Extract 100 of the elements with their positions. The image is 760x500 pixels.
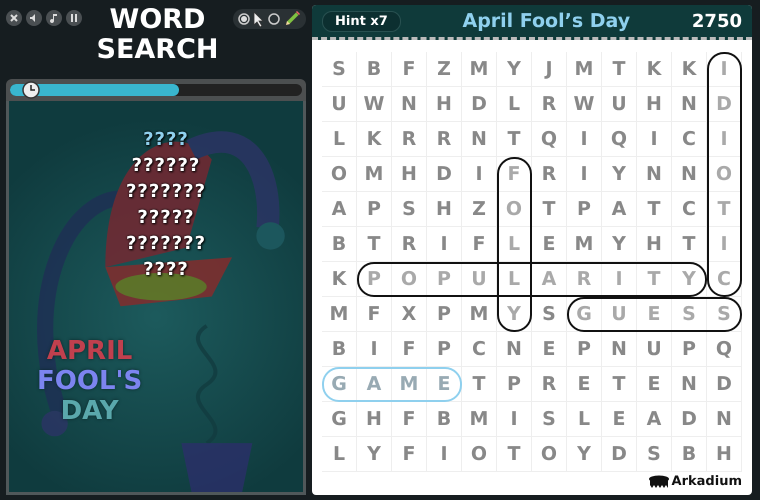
letter-cell[interactable]: S [637, 437, 672, 472]
letter-cell[interactable]: L [497, 227, 532, 262]
letter-cell[interactable]: A [602, 192, 637, 227]
letter-cell[interactable]: X [392, 297, 427, 332]
letter-cell[interactable]: M [392, 367, 427, 402]
letter-cell[interactable]: N [672, 367, 707, 402]
letter-cell[interactable]: D [462, 87, 497, 122]
letter-cell[interactable]: M [462, 297, 497, 332]
letter-cell[interactable]: T [707, 192, 742, 227]
letter-cell[interactable]: N [707, 402, 742, 437]
letter-cell[interactable]: N [497, 332, 532, 367]
letter-cell[interactable]: L [322, 437, 357, 472]
letter-cell[interactable]: D [707, 367, 742, 402]
letter-cell[interactable]: W [357, 87, 392, 122]
letter-cell[interactable]: I [567, 122, 602, 157]
letter-cell[interactable]: N [462, 122, 497, 157]
letter-cell[interactable]: L [497, 262, 532, 297]
letter-cell[interactable]: M [322, 297, 357, 332]
close-button[interactable] [6, 10, 22, 26]
letter-cell[interactable]: I [497, 402, 532, 437]
letter-cell[interactable]: Z [462, 192, 497, 227]
letter-cell[interactable]: O [462, 437, 497, 472]
letter-cell[interactable]: N [637, 157, 672, 192]
letter-cell[interactable]: R [427, 122, 462, 157]
letter-cell[interactable]: I [602, 262, 637, 297]
letter-cell[interactable]: K [357, 122, 392, 157]
letter-cell[interactable]: M [567, 227, 602, 262]
letter-cell[interactable]: M [357, 157, 392, 192]
letter-cell[interactable]: Y [497, 52, 532, 87]
letter-cell[interactable]: P [427, 262, 462, 297]
letter-cell[interactable]: H [427, 87, 462, 122]
letter-cell[interactable]: L [567, 402, 602, 437]
letter-cell[interactable]: E [567, 367, 602, 402]
letter-cell[interactable]: B [357, 52, 392, 87]
letter-cell[interactable]: E [532, 227, 567, 262]
letter-cell[interactable]: Y [672, 262, 707, 297]
letter-cell[interactable]: B [322, 332, 357, 367]
letter-cell[interactable]: U [602, 87, 637, 122]
letter-cell[interactable]: A [357, 367, 392, 402]
letter-cell[interactable]: P [427, 332, 462, 367]
letter-cell[interactable]: T [357, 227, 392, 262]
letter-cell[interactable]: O [392, 262, 427, 297]
letter-cell[interactable]: P [357, 192, 392, 227]
letter-cell[interactable]: I [357, 332, 392, 367]
letter-cell[interactable]: I [427, 437, 462, 472]
letter-cell[interactable]: S [322, 52, 357, 87]
pause-button[interactable] [66, 10, 82, 26]
letter-cell[interactable]: P [357, 262, 392, 297]
letter-cell[interactable]: R [532, 157, 567, 192]
letter-cell[interactable]: K [322, 262, 357, 297]
mode-toggle[interactable] [233, 9, 306, 29]
letter-cell[interactable]: K [672, 52, 707, 87]
letter-cell[interactable]: H [427, 192, 462, 227]
letter-cell[interactable]: B [322, 227, 357, 262]
sound-button[interactable] [26, 10, 42, 26]
letter-cell[interactable]: F [392, 52, 427, 87]
letter-cell[interactable]: T [532, 192, 567, 227]
letter-cell[interactable]: S [707, 297, 742, 332]
letter-cell[interactable]: P [672, 332, 707, 367]
letter-cell[interactable]: N [672, 87, 707, 122]
letter-cell[interactable]: R [392, 122, 427, 157]
letter-cell[interactable]: P [427, 297, 462, 332]
letter-cell[interactable]: G [322, 402, 357, 437]
letter-cell[interactable]: F [357, 297, 392, 332]
letter-cell[interactable]: F [392, 332, 427, 367]
letter-cell[interactable]: S [392, 192, 427, 227]
letter-cell[interactable]: T [602, 367, 637, 402]
letter-cell[interactable]: U [322, 87, 357, 122]
letter-cell[interactable]: O [707, 157, 742, 192]
letter-cell[interactable]: E [602, 402, 637, 437]
letter-cell[interactable]: N [392, 87, 427, 122]
letter-cell[interactable]: F [462, 227, 497, 262]
letter-cell[interactable]: T [497, 122, 532, 157]
letter-cell[interactable]: Z [427, 52, 462, 87]
letter-cell[interactable]: C [672, 192, 707, 227]
letter-cell[interactable]: U [462, 262, 497, 297]
letter-cell[interactable]: R [532, 87, 567, 122]
letter-cell[interactable]: T [602, 52, 637, 87]
letter-cell[interactable]: A [322, 192, 357, 227]
letter-cell[interactable]: M [462, 402, 497, 437]
hint-button[interactable]: Hint x7 [322, 10, 401, 32]
letter-cell[interactable]: H [637, 87, 672, 122]
letter-cell[interactable]: E [637, 367, 672, 402]
letter-cell[interactable]: Y [497, 297, 532, 332]
letter-cell[interactable]: Q [532, 122, 567, 157]
letter-cell[interactable]: I [707, 122, 742, 157]
letter-cell[interactable]: I [707, 227, 742, 262]
letter-cell[interactable]: L [497, 87, 532, 122]
letter-cell[interactable]: I [707, 52, 742, 87]
letter-cell[interactable]: P [497, 367, 532, 402]
letter-cell[interactable]: H [392, 157, 427, 192]
letter-cell[interactable]: T [637, 262, 672, 297]
letter-cell[interactable]: F [497, 157, 532, 192]
letter-cell[interactable]: O [322, 157, 357, 192]
letter-cell[interactable]: E [427, 367, 462, 402]
letter-cell[interactable]: M [567, 52, 602, 87]
letter-cell[interactable]: T [672, 227, 707, 262]
letter-cell[interactable]: U [602, 297, 637, 332]
letter-cell[interactable]: T [637, 192, 672, 227]
letter-cell[interactable]: I [462, 157, 497, 192]
